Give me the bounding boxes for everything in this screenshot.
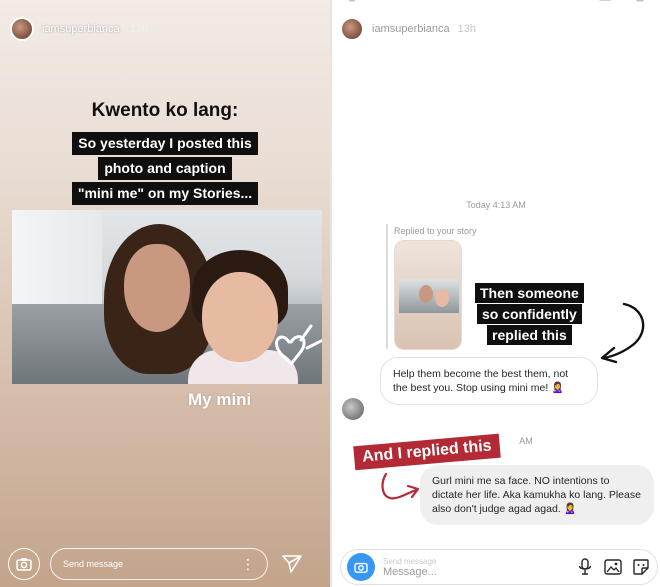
story-time: 13h <box>129 23 149 35</box>
dm-header: iamsuperbianca 13h <box>340 16 476 42</box>
reply-indicator-bar <box>386 224 388 349</box>
story-avatar[interactable] <box>10 17 34 41</box>
send-button[interactable] <box>278 550 306 578</box>
story-panel: iamsuperbianca 13h Kwento ko lang: So ye… <box>0 0 330 587</box>
story-caption: So yesterday I posted this photo and cap… <box>0 132 330 205</box>
message-composer[interactable]: Send message Message... <box>340 549 658 585</box>
story-footer: Send message ⋮ <box>0 540 330 587</box>
dm-avatar[interactable] <box>340 17 364 41</box>
photo-curtain <box>12 210 102 310</box>
dm-panel: iamsuperbianca 13h Today 4:13 AM Replied… <box>332 0 660 587</box>
camera-button[interactable] <box>8 547 40 580</box>
story-thumbnail[interactable] <box>394 240 462 350</box>
status-bar-fragment <box>348 0 644 2</box>
outgoing-message-bubble[interactable]: Gurl mini me sa face. NO intentions to d… <box>420 465 654 525</box>
message-timestamp: Today 4:13 AM <box>466 200 526 210</box>
thumbnail-face <box>419 285 433 303</box>
story-username[interactable]: iamsuperbianca <box>42 23 120 35</box>
microphone-button[interactable] <box>575 557 595 577</box>
thumbnail-photo <box>399 279 459 313</box>
thumbnail-face <box>435 289 449 307</box>
story-heading: Kwento ko lang: <box>91 100 239 121</box>
caption-line: So yesterday I posted this <box>72 132 258 155</box>
send-icon <box>282 554 302 573</box>
photo-sticker-text: My mini <box>188 390 252 409</box>
replied-to-story-label: Replied to your story <box>394 226 477 236</box>
gallery-icon <box>604 559 622 575</box>
curved-arrow-red-icon <box>381 472 420 500</box>
caption-line: "mini me" on my Stories... <box>71 182 259 205</box>
gallery-button[interactable] <box>603 557 623 577</box>
dm-username[interactable]: iamsuperbianca <box>372 23 450 35</box>
sticker-button[interactable] <box>631 557 651 577</box>
heart-scribble-icon <box>275 324 322 367</box>
photo-mother-face <box>124 244 190 332</box>
composer-text-area[interactable]: Send message Message... <box>383 556 567 578</box>
sticker-icon <box>633 559 649 575</box>
caption-line: photo and caption <box>98 157 232 180</box>
story-message-placeholder: Send message <box>63 558 124 569</box>
sticker-line: so confidently <box>476 304 582 324</box>
camera-icon <box>16 557 32 571</box>
microphone-icon <box>578 558 592 575</box>
composer-camera-button[interactable] <box>347 553 375 581</box>
story-message-input[interactable]: Send message ⋮ <box>50 547 268 580</box>
sticker-line: Then someone <box>475 283 584 303</box>
story-photo <box>12 210 322 384</box>
incoming-message-bubble[interactable]: Help them become the best them, not the … <box>380 357 598 405</box>
sender-avatar[interactable] <box>342 398 364 420</box>
annotation-sticker: Then someone so confidently replied this <box>475 283 584 345</box>
dm-time: 13h <box>457 23 477 35</box>
curved-arrow-icon <box>600 302 645 364</box>
more-dots-icon[interactable]: ⋮ <box>241 557 255 571</box>
story-header: iamsuperbianca 13h <box>10 16 148 42</box>
composer-placeholder: Message... <box>383 566 437 578</box>
sticker-line: replied this <box>487 325 572 345</box>
camera-icon <box>354 562 368 573</box>
